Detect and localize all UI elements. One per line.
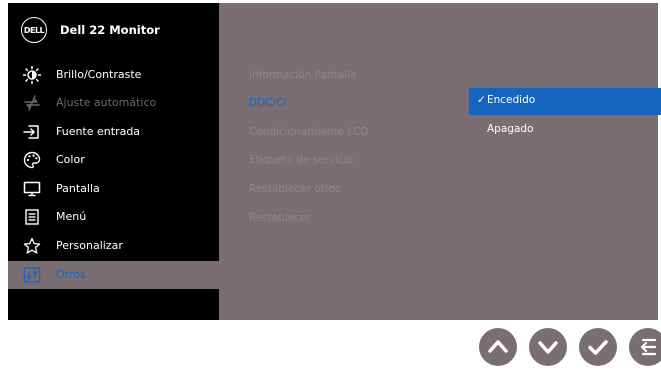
- auto-adjust-icon: [24, 95, 40, 111]
- back-button[interactable]: [629, 328, 661, 366]
- back-icon: [640, 338, 657, 356]
- sidebar-item-pantalla[interactable]: Pantalla: [8, 175, 219, 203]
- sidebar-item-label: Pantalla: [56, 182, 100, 195]
- sidebar-item-label: Otros: [56, 268, 86, 281]
- chevron-down-icon: [538, 341, 558, 354]
- submenu-item-condicionamiento-lcd[interactable]: Condicionamiento LCD: [249, 126, 369, 138]
- input-source-icon: [23, 125, 39, 139]
- check-mark: ✓: [477, 94, 486, 106]
- sidebar-item-color[interactable]: Color: [8, 146, 219, 174]
- option-label: Encedido: [487, 94, 536, 106]
- star-icon: [23, 237, 41, 254]
- submenu-item-restablecer-otros[interactable]: Restablecer otros: [249, 183, 341, 195]
- option-label: Apagado: [487, 123, 534, 135]
- sidebar: DELL Dell 22 Monitor Brillo/Contraste Aj…: [8, 3, 219, 320]
- others-icon: [23, 267, 41, 283]
- sidebar-item-menu[interactable]: Menú: [8, 203, 219, 231]
- submenu-item-ddc-ci[interactable]: DDC/CI: [249, 97, 286, 109]
- osd-window: DELL Dell 22 Monitor Brillo/Contraste Aj…: [8, 3, 661, 320]
- sidebar-item-label: Fuente entrada: [56, 125, 141, 138]
- sidebar-item-brillo-contraste[interactable]: Brillo/Contraste: [8, 61, 219, 89]
- sidebar-item-label: Ajuste automático: [56, 96, 157, 109]
- sidebar-item-fuente-entrada[interactable]: Fuente entrada: [8, 118, 219, 146]
- check-icon: [588, 340, 608, 355]
- sidebar-item-otros[interactable]: Otros: [8, 261, 219, 289]
- menu-icon: [25, 209, 39, 225]
- palette-icon: [23, 151, 41, 169]
- ok-button[interactable]: [579, 328, 617, 366]
- sidebar-item-label: Color: [56, 153, 85, 166]
- osd-header: DELL Dell 22 Monitor: [8, 3, 219, 58]
- brightness-icon: [23, 66, 41, 84]
- sidebar-item-ajuste-automatico[interactable]: Ajuste automático: [8, 89, 219, 117]
- sidebar-item-label: Personalizar: [56, 239, 123, 252]
- down-button[interactable]: [529, 328, 567, 366]
- sidebar-item-label: Menú: [56, 210, 87, 223]
- sidebar-item-label: Brillo/Contraste: [56, 68, 142, 81]
- display-icon: [23, 181, 41, 197]
- up-button[interactable]: [479, 328, 517, 366]
- dell-logo: DELL: [21, 17, 47, 43]
- sidebar-item-personalizar[interactable]: Personalizar: [8, 232, 219, 260]
- option-apagado[interactable]: Apagado: [469, 117, 661, 144]
- submenu-item-restablecer[interactable]: Restablecer: [249, 212, 311, 224]
- monitor-model: Dell 22 Monitor: [60, 23, 160, 37]
- submenu-item-etiqueta-servicio[interactable]: Etiqueta de servicio: [249, 154, 353, 166]
- submenu-panel: Información Pantalla DDC/CI Condicionami…: [219, 3, 661, 320]
- submenu-item-informacion-pantalla[interactable]: Información Pantalla: [249, 69, 357, 81]
- option-encendido[interactable]: ✓ Encedido: [469, 88, 661, 115]
- chevron-up-icon: [488, 340, 508, 353]
